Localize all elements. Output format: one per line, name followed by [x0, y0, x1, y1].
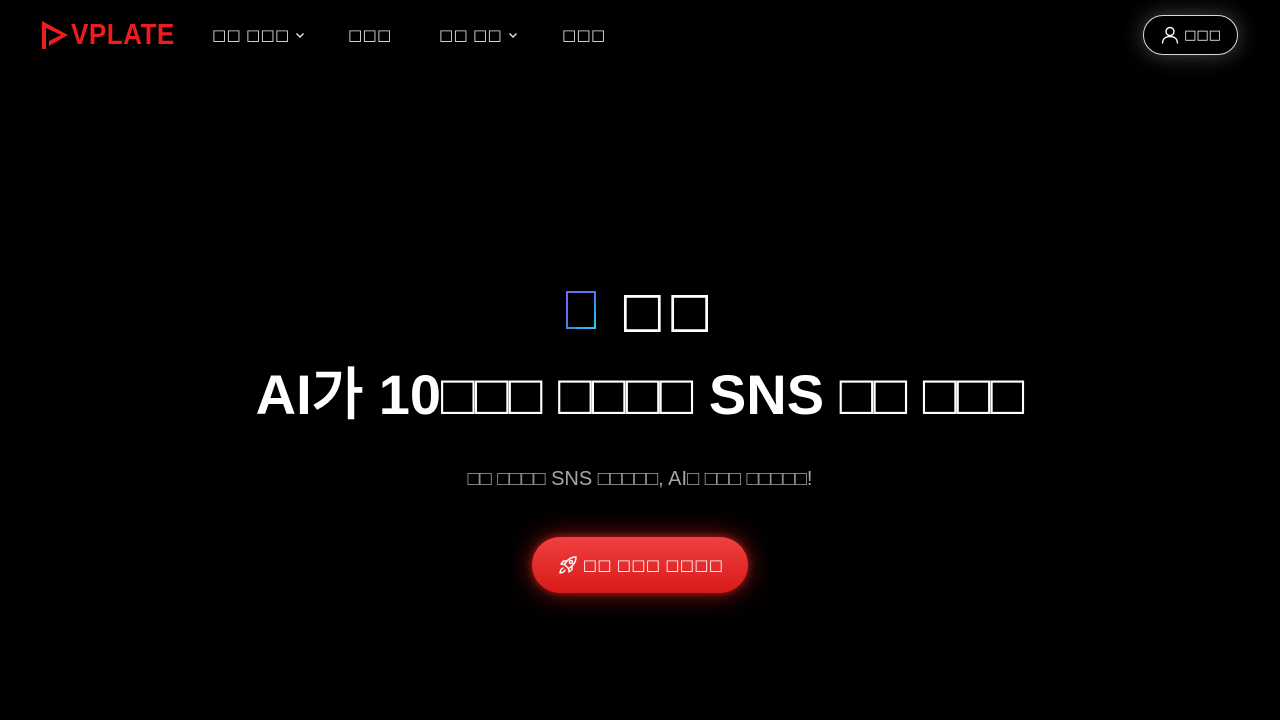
- logo-text: VPLATE: [71, 19, 175, 51]
- header: VPLATE □□ □□□ □□□ □□ □□ □□□ □□□: [0, 0, 1280, 70]
- nav-item-label: □□□: [562, 26, 606, 44]
- gradient-outline-icon: [566, 291, 596, 329]
- nav-item-3[interactable]: □□ □□: [439, 24, 518, 46]
- nav-item-label: □□ □□□: [212, 26, 290, 44]
- nav-item-4[interactable]: □□□: [562, 24, 605, 46]
- nav-item-label: □□□: [348, 26, 392, 44]
- hero-subtitle: □□ □□□□ SNS □□□□□, AI□ □□□ □□□□□!: [467, 468, 813, 490]
- brand-logo[interactable]: VPLATE: [40, 19, 186, 51]
- chevron-down-icon: [296, 33, 305, 38]
- play-arrow-icon: [42, 21, 68, 49]
- cta-button[interactable]: □□ □□□ □□□□: [532, 537, 748, 593]
- nav-item-1[interactable]: □□ □□□: [212, 24, 305, 46]
- hero-kicker: □□: [0, 282, 1280, 338]
- chevron-down-icon: [508, 33, 517, 38]
- page: VPLATE □□ □□□ □□□ □□ □□ □□□ □□□ □□ AI가 1…: [0, 0, 1280, 720]
- hero-title: AI가 10□□□ □□□□ SNS □□ □□□: [255, 363, 1025, 426]
- login-label: □□□: [1184, 27, 1221, 43]
- rocket-icon: [559, 556, 577, 574]
- cta-label: □□ □□□ □□□□: [582, 556, 724, 574]
- nav-item-2[interactable]: □□□: [348, 24, 391, 46]
- hero-kicker-text: □□: [619, 282, 715, 338]
- nav-item-label: □□ □□: [439, 26, 502, 44]
- login-button[interactable]: □□□: [1143, 15, 1238, 55]
- user-icon: [1161, 26, 1179, 44]
